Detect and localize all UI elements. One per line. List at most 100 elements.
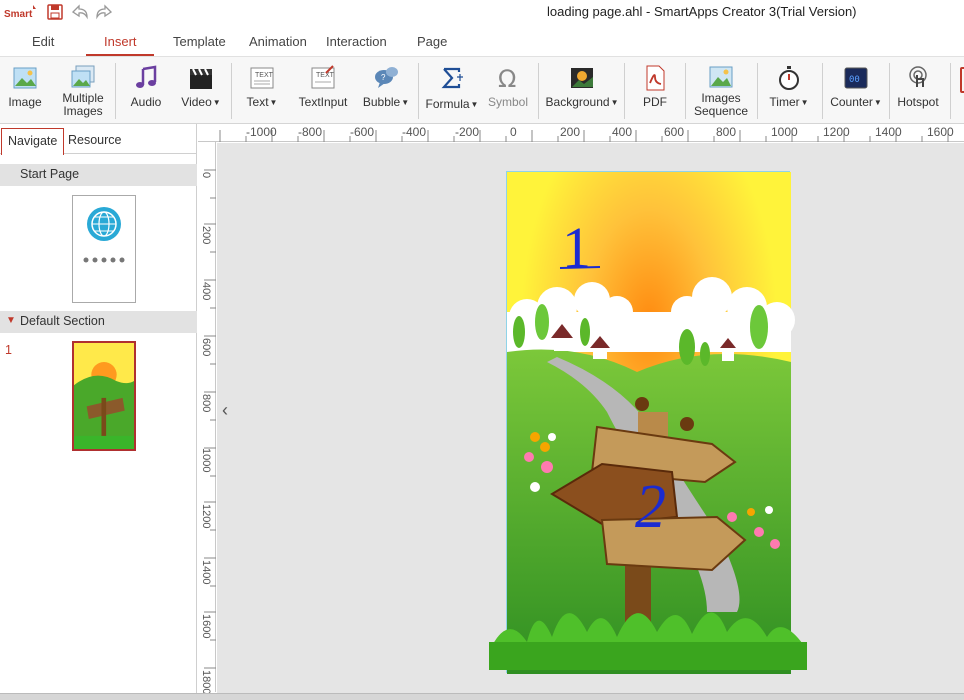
- insert-pdf-button[interactable]: PDF: [634, 63, 676, 121]
- ribbon-separator: [231, 63, 232, 119]
- page-number: 1: [5, 343, 12, 357]
- ruler-label: 1200: [200, 504, 212, 529]
- omega-icon: Ω: [495, 65, 521, 93]
- counter-label-text: Counter: [830, 95, 873, 109]
- text-label-text: Text: [246, 95, 269, 109]
- insert-formula-button[interactable]: Formula▼: [424, 63, 480, 121]
- text-box-icon: TEXT: [249, 65, 275, 91]
- tab-template[interactable]: Template: [173, 34, 226, 49]
- annotation-1-underline: [559, 266, 601, 269]
- multiple-images-label-line2: Images: [63, 104, 103, 118]
- insert-counter-button[interactable]: 00 Counter▼: [828, 63, 884, 121]
- tab-insert[interactable]: Insert: [104, 34, 137, 49]
- insert-images-sequence-button[interactable]: Images Sequence: [690, 63, 752, 121]
- ruler-label: 0: [200, 172, 212, 179]
- music-note-icon: [133, 65, 159, 91]
- video-dropdown-icon: ▼: [212, 98, 221, 107]
- ruler-label: -200: [455, 125, 480, 139]
- multiple-images-icon: [70, 65, 96, 91]
- pdf-label: PDF: [643, 95, 667, 109]
- images-sequence-label-line2: Sequence: [693, 104, 749, 118]
- app-logo-text: Smart: [4, 9, 33, 20]
- navigate-panel: Navigate Resource Start Page ▼ Default S…: [0, 124, 197, 700]
- ruler-label: 600: [664, 125, 685, 139]
- sigma-icon: [439, 65, 465, 91]
- insert-video-button[interactable]: Video▼: [178, 63, 224, 121]
- formula-label: Formula▼: [424, 98, 480, 111]
- ruler-label: 600: [200, 338, 212, 357]
- video-label: Video▼: [178, 96, 224, 109]
- landscape-picture-icon: [569, 65, 595, 91]
- insert-text-button[interactable]: TEXT Text▼: [242, 63, 282, 121]
- textinput-label: TextInput: [298, 95, 348, 109]
- insert-timer-button[interactable]: Timer▼: [765, 63, 813, 121]
- ribbon-overflow-item[interactable]: [956, 63, 964, 121]
- ribbon-separator: [538, 63, 539, 119]
- app-logo: Smart: [3, 3, 37, 23]
- insert-image-button[interactable]: Image: [4, 63, 46, 121]
- insert-multiple-images-button[interactable]: Multiple Images: [58, 63, 108, 121]
- overflow-item-icon: [960, 67, 964, 93]
- tab-edit[interactable]: Edit: [32, 34, 54, 49]
- hotspot-label: Hotspot: [897, 95, 939, 109]
- ruler-label: -1000: [246, 125, 277, 139]
- counter-display-icon: 00: [843, 65, 869, 91]
- menu-bar: Edit Insert Template Animation Interacti…: [0, 26, 964, 56]
- background-dropdown-icon: ▼: [610, 98, 619, 107]
- redo-icon[interactable]: [94, 4, 113, 20]
- counter-dropdown-icon: ▼: [873, 98, 882, 107]
- video-label-text: Video: [181, 95, 212, 109]
- svg-text:?: ?: [381, 73, 386, 82]
- page-1-thumbnail[interactable]: [72, 341, 136, 451]
- timer-dropdown-icon: ▼: [800, 98, 809, 107]
- hotspot-finger-icon: [905, 65, 931, 91]
- ruler-label: 200: [200, 226, 212, 245]
- svg-text:00: 00: [849, 75, 860, 85]
- undo-icon[interactable]: [70, 4, 88, 20]
- tab-animation[interactable]: Animation: [249, 34, 307, 49]
- svg-text:Ω: Ω: [498, 65, 516, 91]
- ruler-label: 1400: [875, 125, 902, 139]
- formula-label-text: Formula: [425, 97, 470, 111]
- insert-hotspot-button[interactable]: Hotspot: [894, 63, 942, 121]
- ruler-label: 1800: [200, 670, 212, 695]
- insert-audio-button[interactable]: Audio: [124, 63, 168, 121]
- stopwatch-icon: [776, 65, 802, 91]
- ruler-label: 1200: [823, 125, 850, 139]
- text-input-icon: TEXT: [310, 65, 336, 91]
- insert-background-button[interactable]: Background▼: [544, 63, 620, 121]
- ruler-label: -800: [298, 125, 323, 139]
- save-icon[interactable]: [47, 4, 65, 20]
- insert-symbol-button[interactable]: Ω Symbol: [486, 63, 530, 121]
- ribbon-separator: [685, 63, 686, 119]
- start-page-thumbnail[interactable]: [72, 195, 136, 303]
- formula-dropdown-icon: ▼: [470, 100, 479, 109]
- pdf-file-icon: [642, 65, 668, 91]
- insert-bubble-button[interactable]: ? Bubble▼: [360, 63, 412, 121]
- clapperboard-icon: [188, 65, 214, 91]
- default-section-header[interactable]: ▼ Default Section: [0, 311, 197, 333]
- ruler-label: 400: [612, 125, 633, 139]
- ruler-label: 800: [200, 394, 212, 413]
- tab-interaction[interactable]: Interaction: [326, 34, 387, 49]
- images-sequence-label: Images Sequence: [690, 92, 752, 118]
- ruler-label: 1600: [200, 614, 212, 639]
- ruler-label: 800: [716, 125, 737, 139]
- background-label: Background▼: [544, 96, 620, 109]
- ribbon-separator: [889, 63, 890, 119]
- bubble-dropdown-icon: ▼: [401, 98, 410, 107]
- vertical-ruler: 0 200 400 600 800 1000 1200 1400 1600 18…: [198, 142, 216, 695]
- text-label: Text▼: [242, 96, 282, 109]
- tab-resource[interactable]: Resource: [62, 128, 128, 154]
- insert-textinput-button[interactable]: TEXT TextInput: [296, 63, 350, 121]
- image-icon: [12, 65, 38, 91]
- page-stage[interactable]: 1 2: [489, 171, 807, 674]
- window-title: loading page.ahl - SmartApps Creator 3(T…: [547, 4, 857, 19]
- images-sequence-icon: [708, 65, 734, 91]
- title-bar: Smart loading page.ahl - SmartApps Creat…: [0, 0, 964, 26]
- tab-page[interactable]: Page: [417, 34, 447, 49]
- section-collapse-icon[interactable]: ▼: [6, 315, 16, 326]
- tab-navigate[interactable]: Navigate: [1, 128, 65, 155]
- background-label-text: Background: [545, 95, 610, 109]
- chevron-left-icon[interactable]: ‹: [222, 400, 228, 421]
